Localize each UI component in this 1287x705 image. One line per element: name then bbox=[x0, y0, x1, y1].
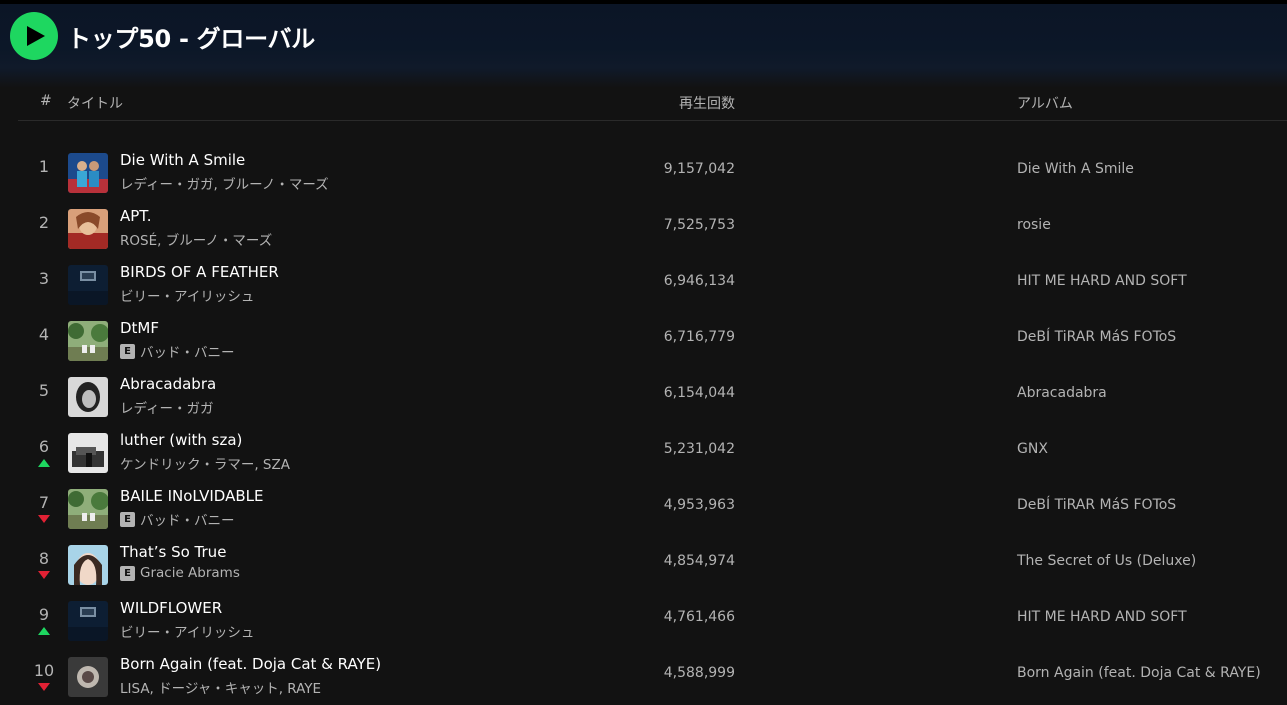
album-cover-cover-debi-tirar[interactable] bbox=[68, 321, 108, 361]
track-rank: 4 bbox=[38, 325, 50, 344]
trend-down-icon bbox=[38, 683, 50, 691]
track-plays: 4,854,974 bbox=[663, 553, 735, 569]
track-album[interactable]: DeBÍ TiRAR MáS FOToS bbox=[1017, 497, 1176, 513]
track-rank: 5 bbox=[38, 381, 50, 400]
page-title: トップ50 - グローバル bbox=[67, 24, 315, 53]
track-plays: 6,716,779 bbox=[663, 329, 735, 345]
album-cover-cover-hit-me-hard[interactable] bbox=[68, 265, 108, 305]
track-row[interactable]: 7 BAILE INoLVIDABLE E バッド・バニー 4,953,963 … bbox=[0, 481, 1287, 537]
track-row[interactable]: 3 BIRDS OF A FEATHER ビリー・アイリッシュ 6,946,13… bbox=[0, 257, 1287, 313]
track-album[interactable]: HIT ME HARD AND SOFT bbox=[1017, 273, 1187, 289]
album-cover-cover-gnx[interactable] bbox=[68, 433, 108, 473]
track-artists[interactable]: ビリー・アイリッシュ bbox=[120, 285, 254, 305]
track-row[interactable]: 10 Born Again (feat. Doja Cat & RAYE) LI… bbox=[0, 649, 1287, 705]
track-row[interactable]: 8 That’s So True E Gracie Abrams 4,854,9… bbox=[0, 537, 1287, 593]
track-title[interactable]: WILDFLOWER bbox=[120, 599, 222, 617]
track-album[interactable]: The Secret of Us (Deluxe) bbox=[1017, 553, 1196, 569]
track-artists[interactable]: LISA, ドージャ・キャット, RAYE bbox=[120, 677, 321, 697]
track-artists-line: E バッド・バニー bbox=[120, 341, 235, 361]
trend-down-icon bbox=[38, 515, 50, 523]
track-row[interactable]: 9 WILDFLOWER ビリー・アイリッシュ 4,761,466 HIT ME… bbox=[0, 593, 1287, 649]
album-cover-cover-abracadabra[interactable] bbox=[68, 377, 108, 417]
track-rank: 7 bbox=[38, 493, 50, 512]
track-title[interactable]: APT. bbox=[120, 207, 151, 225]
track-artists[interactable]: ケンドリック・ラマー, SZA bbox=[120, 453, 290, 473]
track-album[interactable]: Die With A Smile bbox=[1017, 161, 1134, 177]
track-artists-line: ビリー・アイリッシュ bbox=[120, 621, 254, 641]
explicit-badge-icon: E bbox=[120, 343, 135, 359]
album-cover-cover-hit-me-hard[interactable] bbox=[68, 601, 108, 641]
trend-up-icon bbox=[38, 459, 50, 467]
track-album[interactable]: DeBÍ TiRAR MáS FOToS bbox=[1017, 329, 1176, 345]
trend-down-icon bbox=[38, 571, 50, 579]
track-row[interactable]: 5 Abracadabra レディー・ガガ 6,154,044 Abracada… bbox=[0, 369, 1287, 425]
album-cover-cover-born-again[interactable] bbox=[68, 657, 108, 697]
track-title[interactable]: Die With A Smile bbox=[120, 151, 245, 169]
track-title[interactable]: DtMF bbox=[120, 319, 159, 337]
track-artists[interactable]: レディー・ガガ, ブルーノ・マーズ bbox=[120, 173, 329, 193]
track-row[interactable]: 4 DtMF E バッド・バニー 6,716,779 DeBÍ TiRAR Má… bbox=[0, 313, 1287, 369]
track-album[interactable]: rosie bbox=[1017, 217, 1051, 233]
column-rank: # bbox=[40, 93, 52, 109]
track-plays: 6,946,134 bbox=[663, 273, 735, 289]
track-title[interactable]: Abracadabra bbox=[120, 375, 216, 393]
track-album[interactable]: GNX bbox=[1017, 441, 1048, 457]
column-album: アルバム bbox=[1017, 96, 1073, 112]
track-rank: 2 bbox=[38, 213, 50, 232]
track-artists[interactable]: Gracie Abrams bbox=[140, 565, 240, 581]
track-artists-line: レディー・ガガ bbox=[120, 397, 214, 417]
track-plays: 4,953,963 bbox=[663, 497, 735, 513]
track-title[interactable]: luther (with sza) bbox=[120, 431, 242, 449]
track-title[interactable]: That’s So True bbox=[120, 543, 226, 561]
track-artists-line: LISA, ドージャ・キャット, RAYE bbox=[120, 677, 321, 697]
track-artists-line: E バッド・バニー bbox=[120, 509, 235, 529]
play-button[interactable] bbox=[10, 12, 58, 60]
track-plays: 6,154,044 bbox=[663, 385, 735, 401]
track-rank: 3 bbox=[38, 269, 50, 288]
track-artists-line: ROSÉ, ブルーノ・マーズ bbox=[120, 229, 272, 249]
track-plays: 5,231,042 bbox=[663, 441, 735, 457]
track-artists-line: レディー・ガガ, ブルーノ・マーズ bbox=[120, 173, 329, 193]
track-row[interactable]: 1 Die With A Smile レディー・ガガ, ブルーノ・マーズ 9,1… bbox=[0, 145, 1287, 201]
explicit-badge-icon: E bbox=[120, 511, 135, 527]
track-artists-line: E Gracie Abrams bbox=[120, 565, 240, 581]
album-cover-cover-debi-tirar[interactable] bbox=[68, 489, 108, 529]
play-icon bbox=[27, 26, 45, 46]
explicit-badge-icon: E bbox=[120, 565, 135, 581]
track-album[interactable]: Born Again (feat. Doja Cat & RAYE) bbox=[1017, 665, 1261, 681]
track-plays: 4,761,466 bbox=[663, 609, 735, 625]
track-list: 1 Die With A Smile レディー・ガガ, ブルーノ・マーズ 9,1… bbox=[0, 145, 1287, 705]
column-header-row: # タイトル 再生回数 アルバム bbox=[18, 88, 1287, 121]
column-plays: 再生回数 bbox=[679, 96, 735, 112]
album-cover-cover-secret-of-us[interactable] bbox=[68, 545, 108, 585]
track-plays: 4,588,999 bbox=[663, 665, 735, 681]
track-title[interactable]: BIRDS OF A FEATHER bbox=[120, 263, 279, 281]
track-rank: 1 bbox=[38, 157, 50, 176]
track-title[interactable]: BAILE INoLVIDABLE bbox=[120, 487, 263, 505]
track-artists-line: ビリー・アイリッシュ bbox=[120, 285, 254, 305]
track-plays: 9,157,042 bbox=[663, 161, 735, 177]
track-album[interactable]: Abracadabra bbox=[1017, 385, 1107, 401]
track-rank: 10 bbox=[33, 661, 55, 680]
trend-up-icon bbox=[38, 627, 50, 635]
track-artists[interactable]: レディー・ガガ bbox=[120, 397, 214, 417]
track-rank: 8 bbox=[38, 549, 50, 568]
track-artists[interactable]: バッド・バニー bbox=[140, 341, 235, 361]
track-row[interactable]: 2 APT. ROSÉ, ブルーノ・マーズ 7,525,753 rosie bbox=[0, 201, 1287, 257]
track-album[interactable]: HIT ME HARD AND SOFT bbox=[1017, 609, 1187, 625]
track-artists[interactable]: ビリー・アイリッシュ bbox=[120, 621, 254, 641]
header-fade bbox=[0, 68, 1287, 88]
track-artists[interactable]: ROSÉ, ブルーノ・マーズ bbox=[120, 229, 272, 249]
track-plays: 7,525,753 bbox=[663, 217, 735, 233]
track-rank: 9 bbox=[38, 605, 50, 624]
track-row[interactable]: 6 luther (with sza) ケンドリック・ラマー, SZA 5,23… bbox=[0, 425, 1287, 481]
track-title[interactable]: Born Again (feat. Doja Cat & RAYE) bbox=[120, 655, 381, 673]
track-artists[interactable]: バッド・バニー bbox=[140, 509, 235, 529]
album-cover-cover-die-with-a-smile[interactable] bbox=[68, 153, 108, 193]
album-cover-cover-rosie[interactable] bbox=[68, 209, 108, 249]
track-rank: 6 bbox=[38, 437, 50, 456]
track-artists-line: ケンドリック・ラマー, SZA bbox=[120, 453, 290, 473]
playlist-header: トップ50 - グローバル bbox=[0, 0, 1287, 68]
column-title: タイトル bbox=[67, 96, 123, 112]
